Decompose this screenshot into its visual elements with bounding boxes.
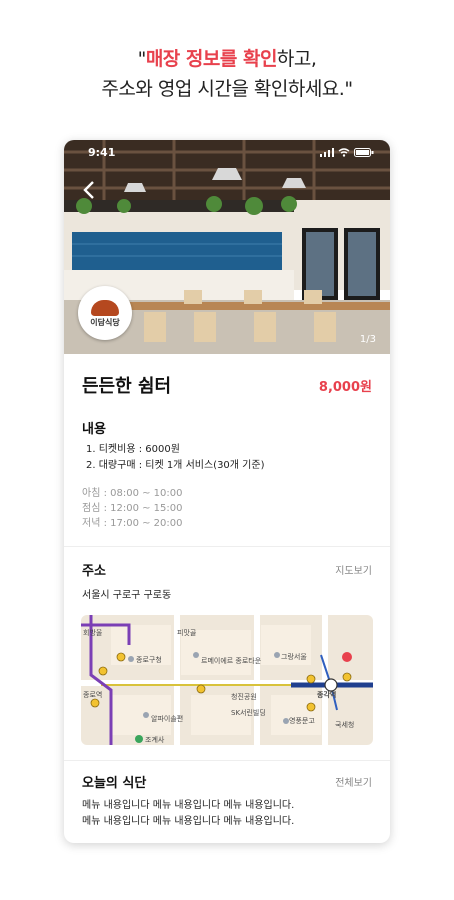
- status-time: 9:41: [88, 146, 116, 159]
- address-value: 서울시 구로구 구로동: [82, 590, 172, 601]
- menu-line: 메뉴 내용입니다 메뉴 내용입니다 메뉴 내용입니다.: [82, 816, 295, 827]
- view-all-link[interactable]: 전체보기: [335, 774, 372, 789]
- content-heading: 내용: [82, 422, 106, 437]
- store-logo: 이담식당: [78, 286, 132, 340]
- battery-icon: [354, 148, 374, 157]
- wifi-icon: [338, 148, 350, 157]
- menu-line: 메뉴 내용입니다 메뉴 내용입니다 메뉴 내용입니다.: [82, 800, 295, 811]
- map-label-g: 알파이솔편: [151, 714, 183, 723]
- store-name: 든든한 쉼터: [82, 376, 172, 397]
- map-label-f: 영풍문고: [289, 716, 315, 725]
- phone-mockup: 9:41 이담식당 1/3 든든한 쉼터 8,000원 내용 1. 티켓비용 :…: [64, 140, 390, 843]
- chevron-left-icon: [83, 181, 94, 199]
- menu-heading: 오늘의 식단: [82, 776, 147, 791]
- map-label-landmark: 피맛골: [177, 628, 197, 637]
- hours-breakfast: 아침 : 08:00 ~ 10:00: [82, 488, 183, 499]
- map-illustration: 회방울 피맛골 종로구청 르메이에르 종로타운 그랑서울 종각역 SK서린빌딩 …: [81, 615, 373, 745]
- headline-rest: 하고,: [276, 48, 317, 70]
- map-label-i: 국세청: [335, 720, 354, 729]
- opening-hours: 아침 : 08:00 ~ 10:00 점심 : 12:00 ~ 15:00 저녁…: [82, 486, 183, 531]
- map-label-e: SK서린빌딩: [231, 708, 266, 717]
- map-label-d: 청진공원: [231, 692, 257, 701]
- map-label-a: 종로구청: [136, 656, 162, 664]
- store-price: 8,000원: [318, 379, 372, 395]
- hours-dinner: 저녁 : 17:00 ~ 20:00: [82, 518, 183, 529]
- status-bar: 9:41: [64, 146, 390, 162]
- title-row: 든든한 쉼터 8,000원: [82, 372, 372, 398]
- logo-text: 이담식당: [90, 317, 120, 327]
- back-button[interactable]: [82, 180, 102, 200]
- headline-line-2: 주소와 영업 시간을 확인하세요.": [101, 78, 353, 100]
- divider: [64, 760, 390, 761]
- store-photo[interactable]: 9:41 이담식당 1/3: [64, 140, 390, 354]
- content-item: 1. 티켓비용 : 6000원: [86, 444, 180, 455]
- photo-counter: 1/3: [359, 334, 376, 345]
- headline: "매장 정보를 확인하고, 주소와 영업 시간을 확인하세요.": [0, 44, 454, 104]
- map-label-h: 조계사: [145, 735, 165, 744]
- map-label-area: 회방울: [83, 628, 103, 637]
- map-view[interactable]: 회방울 피맛골 종로구청 르메이에르 종로타운 그랑서울 종각역 SK서린빌딩 …: [81, 615, 373, 745]
- map-view-link[interactable]: 지도보기: [335, 562, 372, 577]
- content-items: 1. 티켓비용 : 6000원 2. 대량구매 : 티켓 1개 서비스(30개 …: [86, 442, 264, 474]
- content-item: 2. 대량구매 : 티켓 1개 서비스(30개 기준): [86, 460, 265, 471]
- map-label-station: 종각역: [317, 690, 336, 699]
- headline-open-quote: ": [137, 48, 147, 70]
- status-icons: [320, 148, 374, 157]
- divider: [64, 546, 390, 547]
- signal-icon: [320, 148, 334, 157]
- map-label-b: 르메이에르 종로타운: [201, 656, 262, 665]
- headline-line-1: "매장 정보를 확인하고,: [0, 44, 454, 74]
- burger-logo-icon: [91, 299, 119, 316]
- menu-content: 메뉴 내용입니다 메뉴 내용입니다 메뉴 내용입니다. 메뉴 내용입니다 메뉴 …: [82, 798, 294, 830]
- headline-highlight: 매장 정보를 확인: [145, 48, 278, 70]
- address-heading: 주소: [82, 564, 106, 579]
- map-label-station-left: 종로역: [83, 690, 102, 699]
- hours-lunch: 점심 : 12:00 ~ 15:00: [82, 503, 183, 514]
- map-label-c: 그랑서울: [281, 652, 307, 661]
